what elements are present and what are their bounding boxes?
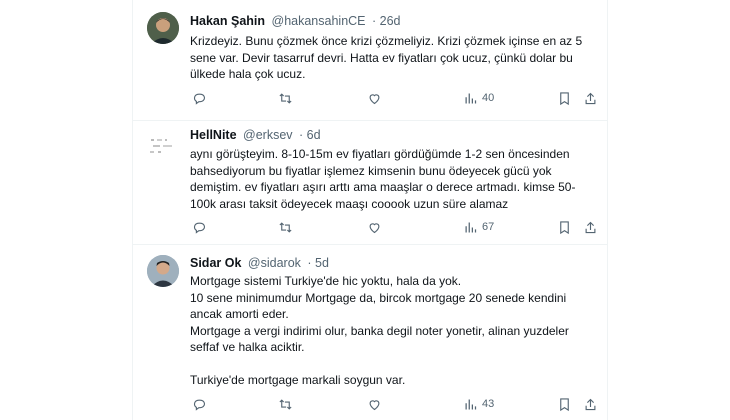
tweet-header: Sidar Ok @sidarok · 5d	[190, 256, 329, 270]
share-icon	[585, 221, 596, 233]
share-icon	[585, 398, 596, 410]
like-button[interactable]	[367, 218, 382, 236]
tweet-header: HellNite @erksev · 6d	[190, 128, 321, 142]
tweet-time[interactable]: · 5d	[307, 256, 329, 270]
author-handle[interactable]: @sidarok	[248, 256, 301, 270]
text-line: seffaf ve halka aciktir.	[190, 340, 305, 354]
views-icon	[465, 93, 477, 103]
views-button[interactable]: 43	[463, 395, 494, 413]
tweet-time[interactable]: · 6d	[299, 128, 321, 142]
views-button[interactable]: 40	[463, 89, 494, 107]
avatar[interactable]	[147, 255, 179, 287]
text-line: 10 sene minimumdur Mortgage da, bircok m…	[190, 290, 567, 305]
tweet-text: Mortgage sistemi Turkiye'de hic yoktu, h…	[190, 273, 598, 389]
text-line: Krizdeyiz. Bunu çözmek önce krizi çözmel…	[190, 34, 583, 48]
author-handle[interactable]: @hakansahinCE	[272, 14, 366, 28]
text-line: 100k arası taksit ödeyecek maaşı cooook …	[190, 196, 509, 211]
bookmark-icon	[560, 91, 569, 105]
views-count: 40	[482, 92, 495, 104]
reply-icon	[193, 222, 206, 234]
text-line: bahsediyorum bu fiyatlar işlemez kimseni…	[190, 163, 552, 178]
author-name[interactable]: Sidar Ok	[190, 256, 241, 270]
bookmark-icon	[560, 397, 569, 411]
tweet-time[interactable]: · 26d	[372, 14, 401, 28]
tweet-text: aynı görüşteyim. 8-10-15m ev fiyatları g…	[190, 146, 598, 212]
retweet-button[interactable]	[278, 89, 293, 107]
views-icon	[465, 222, 477, 232]
author-name[interactable]: Hakan Şahin	[190, 14, 265, 28]
views-count: 43	[482, 398, 495, 410]
like-icon	[369, 93, 380, 104]
bookmark-icon	[560, 220, 569, 234]
like-icon	[369, 399, 380, 410]
like-button[interactable]	[367, 395, 382, 413]
tweet-header: Hakan Şahin @hakansahinCE · 26d	[190, 14, 401, 28]
retweet-button[interactable]	[278, 395, 293, 413]
avatar[interactable]	[147, 130, 179, 162]
tweet[interactable]: Sidar Ok @sidarok · 5d Mortgage sistemi …	[133, 244, 607, 420]
text-line: sene var. Devir tasarruf devri. Hatta ev…	[190, 50, 573, 65]
text-line	[190, 356, 598, 373]
retweet-icon	[279, 92, 292, 104]
reply-button[interactable]	[192, 395, 207, 413]
retweet-button[interactable]	[278, 218, 293, 236]
share-button[interactable]	[583, 89, 598, 107]
text-line: ülkede hala çok ucuz.	[190, 67, 306, 81]
text-line: demiştim. ev fiyatları aşırı arttı ama m…	[190, 180, 576, 194]
share-button[interactable]	[583, 218, 598, 236]
text-line: ancak amorti eder.	[190, 307, 289, 321]
like-button[interactable]	[367, 89, 382, 107]
bookmark-button[interactable]	[557, 395, 572, 413]
views-count: 67	[482, 221, 495, 233]
reply-icon	[193, 93, 206, 105]
text-line: Turkiye'de mortgage markali soygun var.	[190, 373, 406, 387]
tweet-thread: Hakan Şahin @hakansahinCE · 26d Krizdeyi…	[132, 0, 608, 420]
retweet-icon	[279, 221, 292, 233]
action-bar: 67	[190, 218, 600, 236]
reply-button[interactable]	[192, 218, 207, 236]
text-line: Mortgage sistemi Turkiye'de hic yoktu, h…	[190, 274, 462, 288]
views-button[interactable]: 67	[463, 218, 494, 236]
share-button[interactable]	[583, 395, 598, 413]
like-icon	[369, 222, 380, 233]
author-handle[interactable]: @erksev	[243, 128, 293, 142]
retweet-icon	[279, 398, 292, 410]
views-icon	[465, 399, 477, 409]
author-name[interactable]: HellNite	[190, 128, 237, 142]
reply-button[interactable]	[192, 89, 207, 107]
bookmark-button[interactable]	[557, 218, 572, 236]
action-bar: 40	[190, 89, 600, 107]
text-line: aynı görüşteyim. 8-10-15m ev fiyatları g…	[190, 147, 570, 161]
tweet[interactable]: Hakan Şahin @hakansahinCE · 26d Krizdeyi…	[133, 0, 607, 121]
reply-icon	[193, 399, 206, 411]
avatar[interactable]	[147, 12, 179, 44]
text-line: Mortgage a vergi indirimi olur, banka de…	[190, 323, 569, 338]
tweet-text: Krizdeyiz. Bunu çözmek önce krizi çözmel…	[190, 33, 598, 83]
bookmark-button[interactable]	[557, 89, 572, 107]
share-icon	[585, 92, 596, 104]
tweet[interactable]: HellNite @erksev · 6d aynı görüşteyim. 8…	[133, 120, 607, 245]
action-bar: 43	[190, 395, 600, 413]
